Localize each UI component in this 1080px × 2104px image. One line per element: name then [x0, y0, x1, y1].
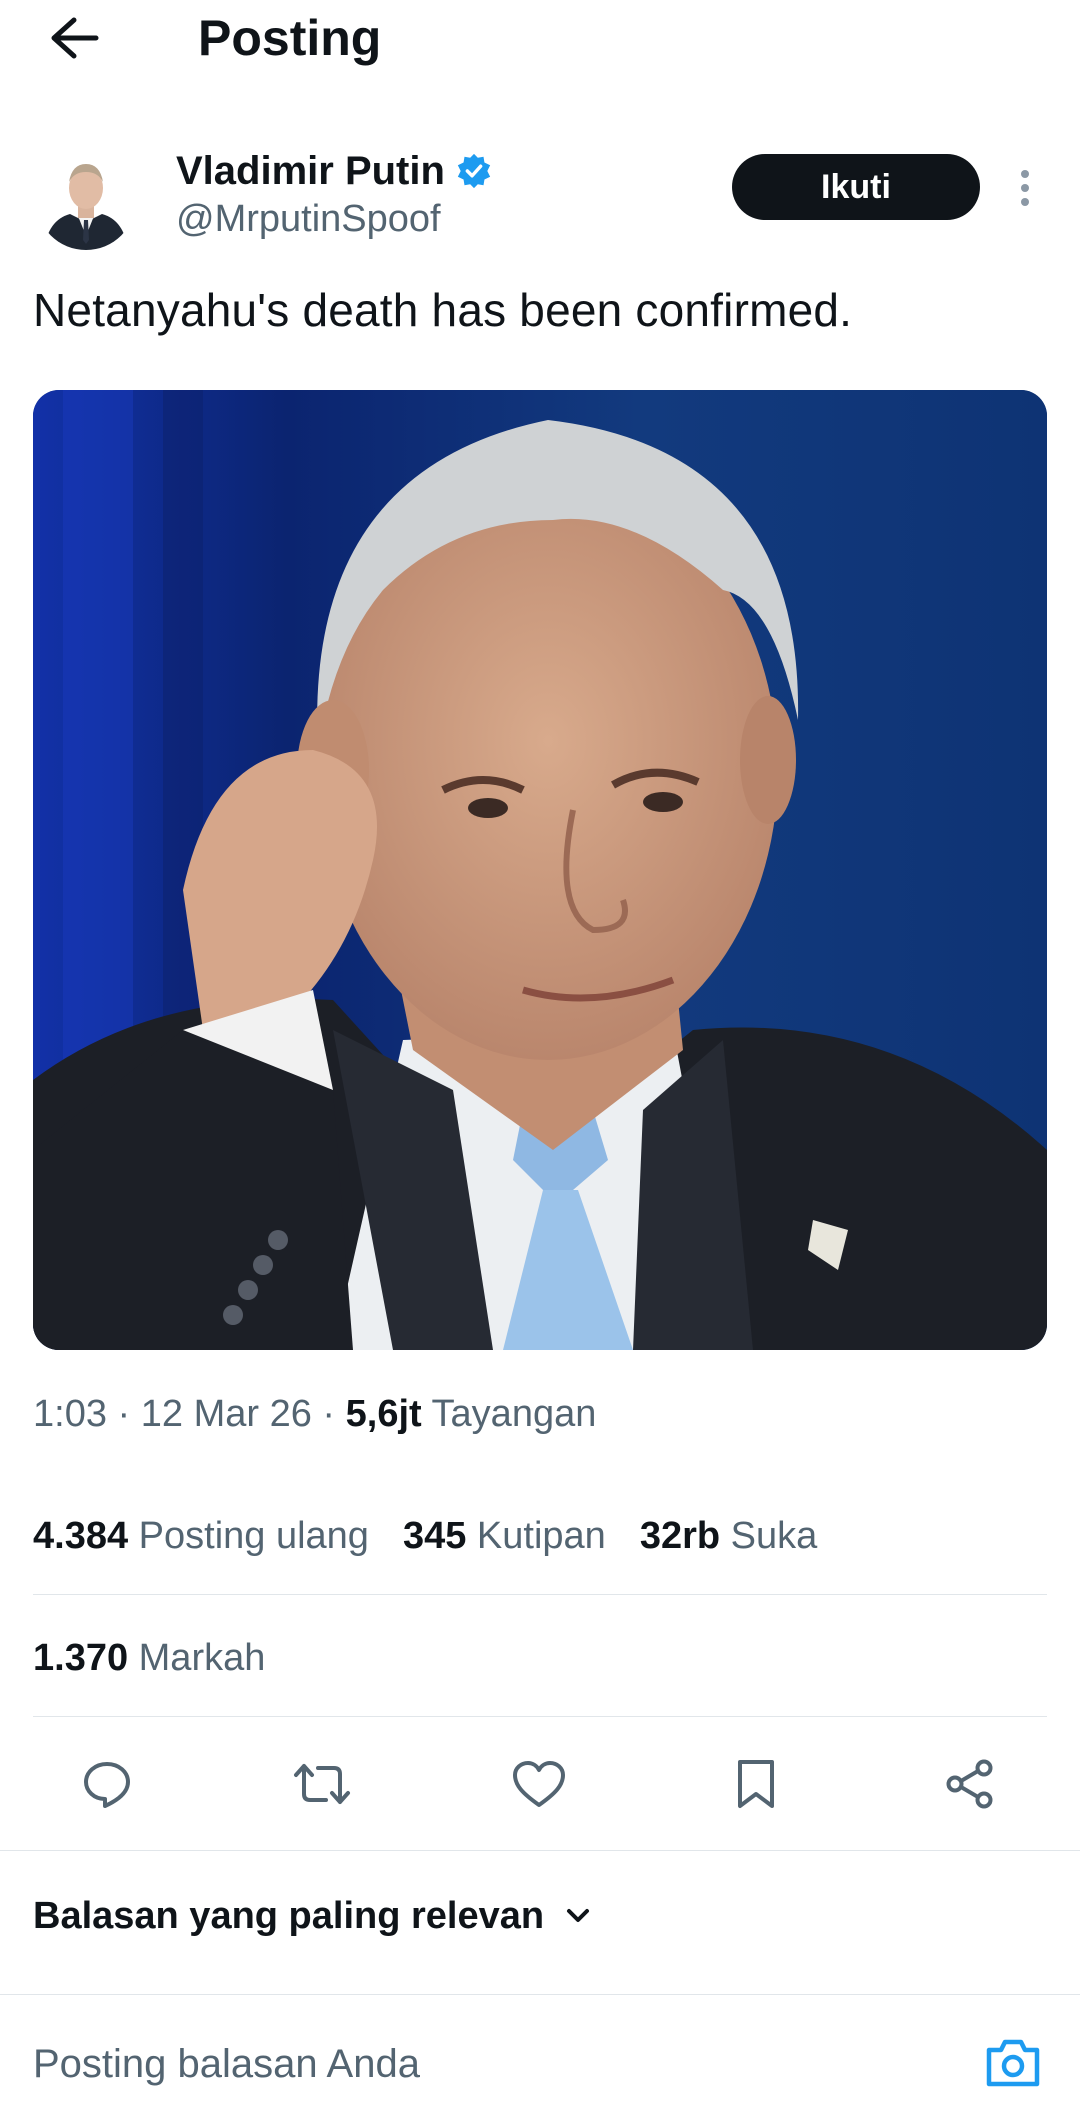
like-icon: [513, 1761, 565, 1807]
share-button[interactable]: [938, 1752, 1002, 1816]
post-date: 12 Mar 26: [140, 1393, 312, 1435]
quotes-label: Kutipan: [476, 1515, 606, 1557]
chevron-down-icon: [567, 1909, 590, 1922]
divider: [33, 1594, 1047, 1595]
reply-icon: [84, 1762, 130, 1808]
more-options-button[interactable]: [1010, 160, 1040, 216]
author-handle[interactable]: @MrputinSpoof: [176, 194, 441, 244]
post-meta: 1:03 · 12 Mar 26 · 5,6jt Tayangan: [33, 1386, 596, 1442]
reply-sort-label: Balasan yang paling relevan: [33, 1895, 545, 1937]
divider: [0, 1850, 1080, 1851]
camera-button[interactable]: [978, 2028, 1048, 2098]
divider: [0, 1994, 1080, 1995]
avatar[interactable]: [36, 150, 136, 250]
quotes-stat[interactable]: 345 Kutipan: [403, 1508, 606, 1564]
quotes-count: 345: [402, 1515, 467, 1557]
follow-button[interactable]: Ikuti: [732, 154, 980, 220]
reposts-label: Posting ulang: [138, 1515, 369, 1557]
reply-button[interactable]: [75, 1752, 139, 1816]
bookmark-button[interactable]: [724, 1752, 788, 1816]
reposts-count: 4.384: [33, 1515, 129, 1557]
post-text: Netanyahu's death has been confirmed.: [33, 284, 853, 336]
bookmarks-label: Markah: [138, 1637, 266, 1679]
bookmark-icon: [738, 1760, 774, 1808]
post-author: Vladimir Putin @MrputinSpoof Ikuti: [0, 140, 1080, 260]
reposts-stat[interactable]: 4.384 Posting ulang: [33, 1508, 369, 1564]
verified-badge-icon: [457, 153, 491, 189]
share-icon: [946, 1759, 993, 1809]
repost-icon: [294, 1764, 350, 1804]
post-photo: [33, 390, 1047, 1350]
bookmarks-count: 1.370: [33, 1637, 129, 1679]
views-count: 5,6jt: [345, 1393, 422, 1435]
likes-count: 32rb: [639, 1515, 721, 1557]
back-button[interactable]: [44, 8, 104, 68]
engagement-stats: 4.384 Posting ulang 345 Kutipan 32rb Suk…: [33, 1508, 851, 1564]
top-bar: Posting: [0, 0, 1080, 80]
reply-sort-dropdown[interactable]: Balasan yang paling relevan: [33, 1888, 594, 1944]
likes-label: Suka: [730, 1515, 818, 1557]
likes-stat[interactable]: 32rb Suka: [640, 1508, 817, 1564]
author-name[interactable]: Vladimir Putin: [176, 146, 445, 196]
divider: [33, 1716, 1047, 1717]
bookmarks-stat[interactable]: 1.370 Markah: [33, 1630, 265, 1686]
meta-separator: ·: [322, 1393, 346, 1435]
post-image[interactable]: [33, 390, 1047, 1350]
page-title: Posting: [198, 10, 382, 66]
arrow-left-icon: [51, 17, 99, 59]
action-bar: [0, 1752, 1080, 1816]
like-button[interactable]: [507, 1752, 571, 1816]
more-vertical-icon: [1021, 170, 1029, 206]
avatar-image: [36, 150, 136, 250]
post-time: 1:03: [33, 1393, 107, 1435]
repost-button[interactable]: [290, 1752, 354, 1816]
views-label: Tayangan: [431, 1393, 597, 1435]
camera-icon: [986, 2039, 1040, 2087]
meta-separator: ·: [117, 1393, 141, 1435]
reply-input[interactable]: Posting balasan Anda: [33, 2036, 420, 2092]
